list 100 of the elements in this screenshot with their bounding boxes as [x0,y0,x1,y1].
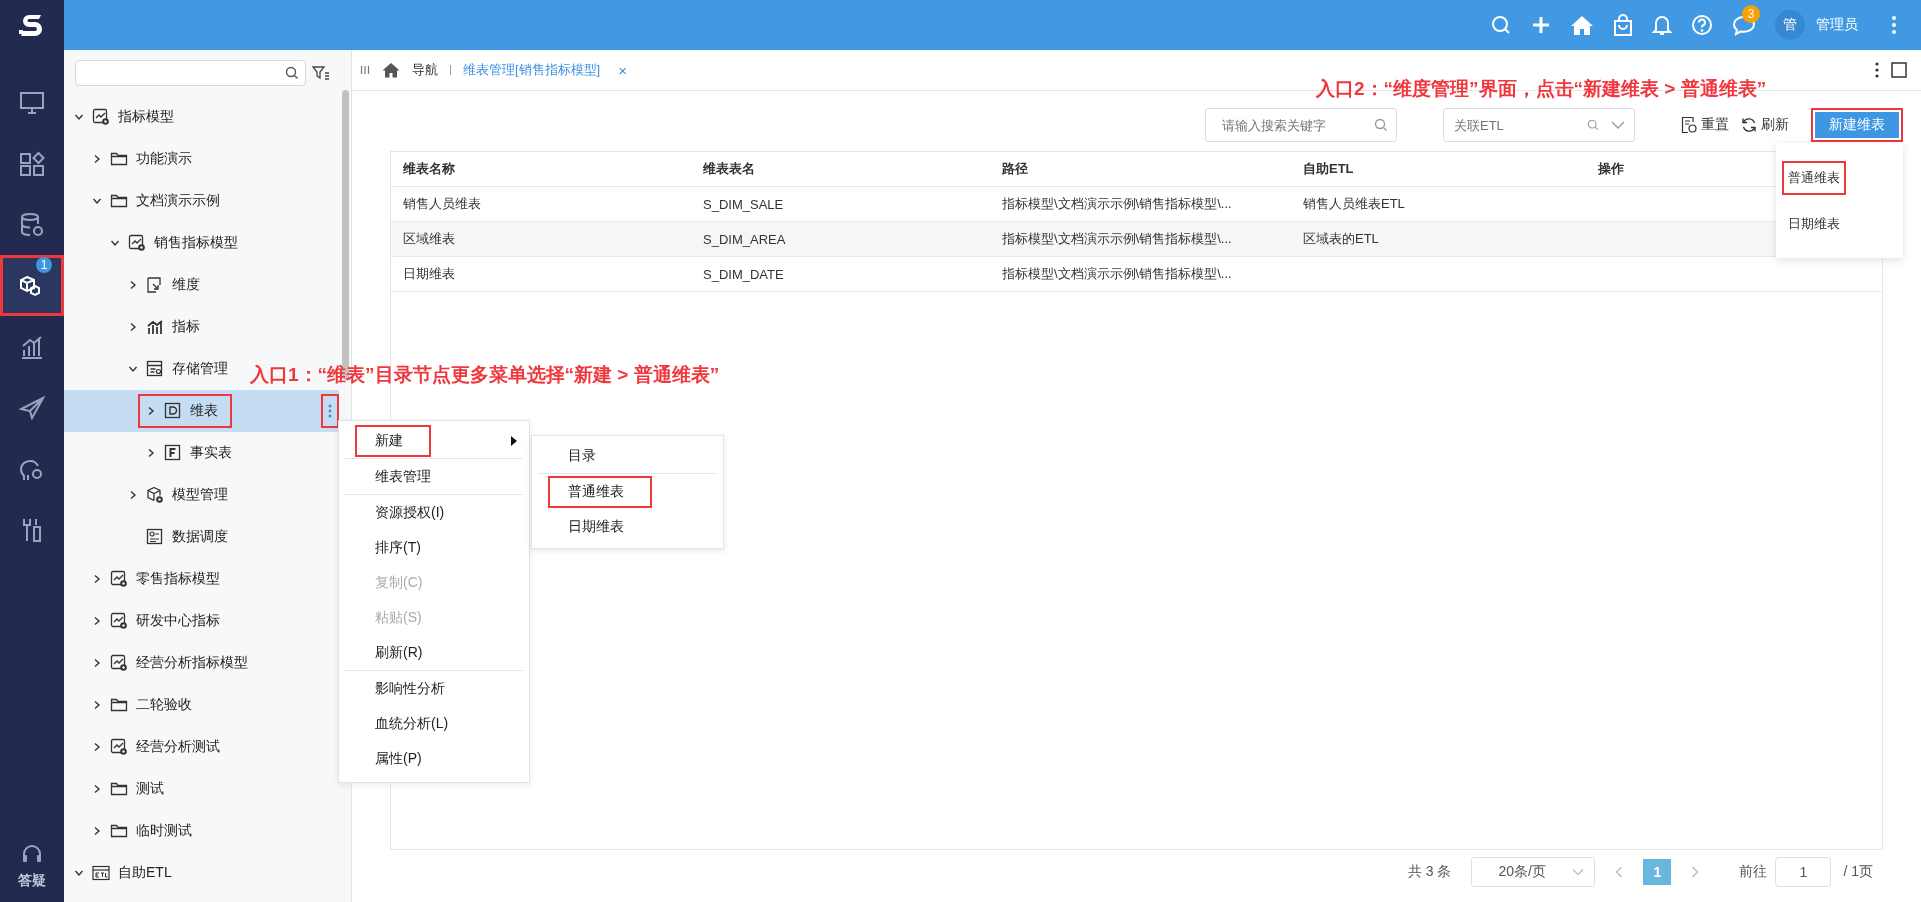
bell-icon[interactable] [1652,14,1672,36]
chart-gear-icon [110,654,128,672]
home-icon[interactable] [1570,14,1594,36]
nav-tab[interactable]: 导航 [412,61,438,79]
cube-gear-icon [146,486,164,504]
menu-item[interactable]: 属性(P) [371,744,426,773]
tree-item[interactable]: 经营分析指标模型 [64,642,264,684]
chart-gear-icon [110,738,128,756]
tree-item[interactable]: 功能演示 [64,138,208,180]
search-field[interactable]: 请输入搜索关键字 [1205,108,1397,142]
tree-item-label: 文档演示示例 [136,192,220,210]
annotation-text: 入口2：“维度管理”界面，点击“新建维表 > 普通维表” [1316,77,1767,101]
tree-item[interactable]: 零售指标模型 [64,558,236,600]
tab[interactable]: 维表管理[销售指标模型] [463,61,601,79]
table-cell: 指标模型\文档演示示例\销售指标模型\... [1002,231,1232,246]
tree-item-label: 维度 [172,276,200,294]
menu-item[interactable]: 影响性分析 [371,674,449,703]
table-cell: 销售人员维表 [403,196,481,211]
tree-item[interactable]: 二轮验收 [64,684,208,726]
search-icon [285,66,299,80]
etl-icon [92,865,110,881]
notification-badge: 3 [1742,5,1760,23]
tree-search-field[interactable] [75,60,306,86]
tree-item[interactable]: 研发中心指标 [64,600,236,642]
menu-item[interactable]: 日期维表 [1784,208,1844,239]
page-size-select[interactable]: 20条/页 [1471,857,1596,887]
tree-item[interactable]: 数据调度 [64,516,244,558]
tree-item-label: 模型管理 [172,486,228,504]
help-icon[interactable] [1691,14,1713,36]
help-button[interactable]: 答疑 [18,842,46,902]
tree-item-label: 指标模型 [118,108,174,126]
home-icon [382,62,400,78]
tree-item[interactable]: 指标 [64,306,216,348]
more-icon [328,404,332,418]
tree-item-label: 数据调度 [172,528,228,546]
chart-gear-icon [128,234,146,252]
tree-item[interactable]: 临时测试 [64,810,208,852]
tree-item[interactable]: 经营分析测试 [64,726,236,768]
tree-item[interactable]: 存储管理 [64,348,244,390]
more-icon[interactable] [1875,62,1879,78]
refresh-button[interactable]: 刷新 [1741,116,1789,134]
etl-select[interactable]: 关联ETL [1443,108,1635,142]
tree-item-label: 指标 [172,318,200,336]
database-gear-icon [19,211,45,238]
close-button[interactable]: × [618,61,627,79]
paper-plane-icon [19,395,45,420]
folder-icon [110,781,128,797]
help-label: 答疑 [18,872,46,890]
tree-item-label: 销售指标模型 [154,234,238,252]
storage-icon [146,360,164,378]
table-cell: 销售人员维表ETL [1303,196,1405,211]
page-input[interactable]: 1 [1775,857,1832,887]
menu-item[interactable]: 日期维表 [564,512,628,541]
menu-item[interactable]: 血统分析(L) [371,709,453,738]
chart-gear-icon [92,108,110,126]
tree-item[interactable]: 测试 [64,768,180,810]
tree-item[interactable]: 维度 [64,264,216,306]
menu-item[interactable]: 刷新(R) [371,638,427,667]
folder-icon [110,151,128,167]
tree-item-label: 经营分析测试 [136,738,220,756]
folder-icon [110,193,128,209]
menu-item[interactable]: 新建 [357,426,429,455]
user-avatar[interactable]: 管 [1775,10,1805,40]
tree-item[interactable]: 自助ETL [64,852,188,894]
filter-icon[interactable] [312,65,330,81]
tree-item[interactable]: 文档演示示例 [64,180,236,222]
maximize-icon[interactable] [1891,62,1907,78]
tree-item-label: 功能演示 [136,150,192,168]
tree-item[interactable]: 维表 [64,390,339,432]
reset-button[interactable]: 重置 [1681,116,1729,134]
column-header: 路径 [1002,161,1028,176]
dimension-icon [146,276,164,294]
widgets-icon [19,150,45,177]
table-cell: 指标模型\文档演示示例\销售指标模型\... [1002,196,1232,211]
tree-item-label: 零售指标模型 [136,570,220,588]
menu-item[interactable]: 普通维表 [1784,162,1844,193]
shopping-bag-icon[interactable] [1613,14,1633,36]
column-header: 操作 [1598,161,1624,176]
collapse-icon[interactable] [360,65,370,75]
goto-label: 前往 [1739,863,1768,881]
search-icon[interactable] [1490,14,1512,36]
schedule-icon [146,528,164,546]
folder-icon [110,697,128,713]
search-icon [1587,119,1599,131]
table-cell: S_DIM_SALE [703,196,784,212]
column-header: 维表名称 [403,161,455,176]
menu-item[interactable]: 普通维表 [550,477,650,506]
letter-d-icon [164,402,182,420]
add-icon[interactable] [1531,15,1551,35]
tree-item[interactable]: 指标模型 [64,96,190,138]
menu-item[interactable]: 资源授权(I) [371,498,449,527]
tree-item[interactable]: 销售指标模型 [64,222,254,264]
total-count: 共 3 条 [1407,863,1452,881]
tree-item-label: 维表 [190,402,218,420]
menu-item[interactable]: 排序(T) [371,533,425,562]
menu-item[interactable]: 维表管理 [371,462,435,491]
tree-item[interactable]: 事实表 [64,432,248,474]
search-icon [1374,118,1388,132]
tree-item[interactable]: 模型管理 [64,474,244,516]
menu-item[interactable]: 目录 [564,441,600,470]
